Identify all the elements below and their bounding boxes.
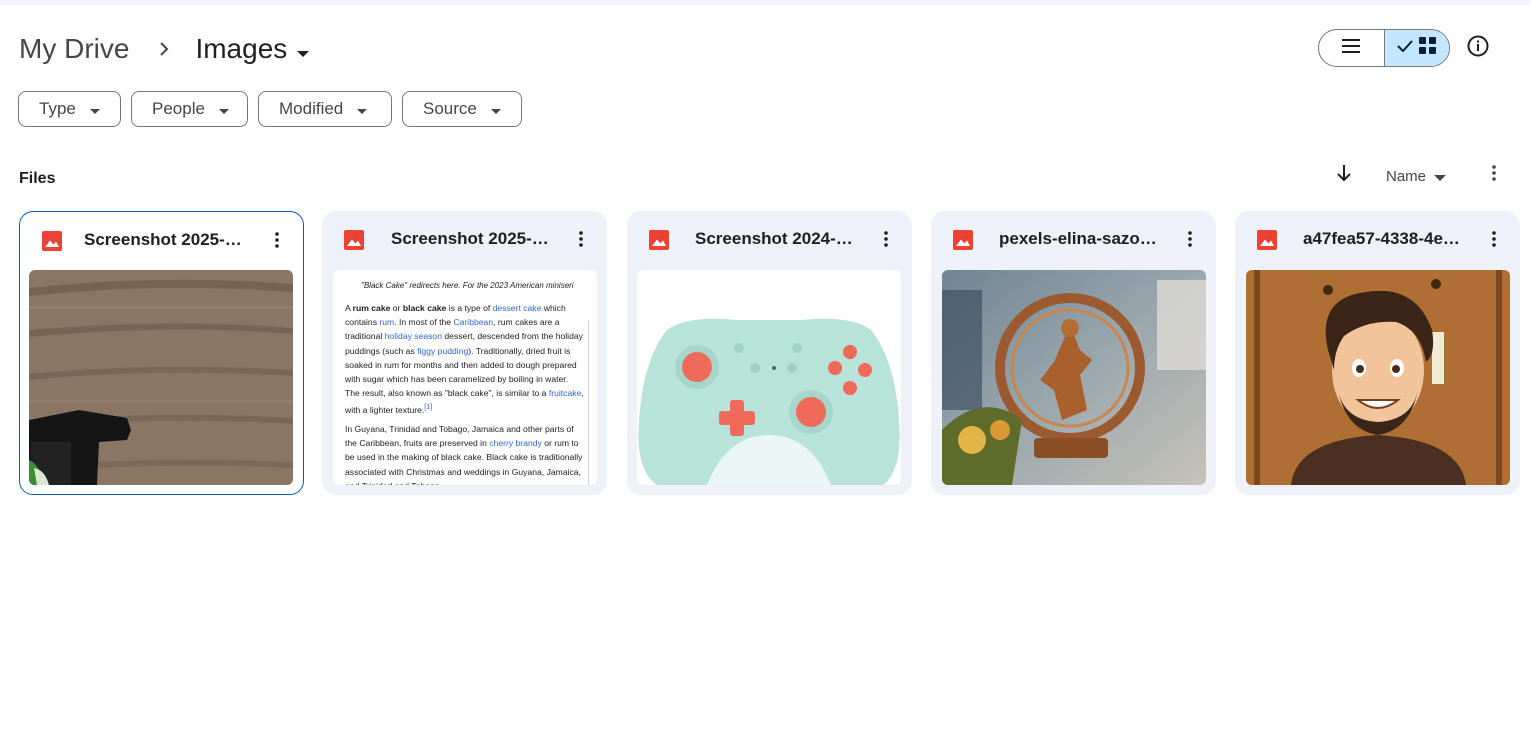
file-card-header: pexels-elina-sazo…: [931, 211, 1216, 269]
file-name: Screenshot 2025-…: [84, 230, 242, 249]
arrow-down-icon: [1337, 164, 1351, 187]
file-card[interactable]: a47fea57-4338-4e…: [1235, 211, 1520, 495]
filter-label: Source: [423, 99, 477, 118]
file-name: Screenshot 2024-…: [695, 229, 853, 248]
file-name: a47fea57-4338-4e…: [1303, 229, 1460, 248]
breadcrumb-current-label: Images: [195, 33, 288, 64]
file-more-options-button[interactable]: [874, 227, 898, 251]
infobox-edge: [588, 320, 597, 485]
file-more-options-button[interactable]: [569, 227, 593, 251]
sort-direction-button[interactable]: [1332, 163, 1356, 187]
file-card[interactable]: Screenshot 2025-… "Black Cake" redirects…: [322, 211, 607, 495]
breadcrumb-my-drive[interactable]: My Drive: [19, 33, 129, 65]
file-more-options-button[interactable]: [1178, 227, 1202, 251]
list-icon: [1342, 38, 1361, 58]
image-icon: [344, 230, 364, 250]
file-card[interactable]: Screenshot 2024-…: [627, 211, 912, 495]
file-thumbnail: [29, 270, 293, 485]
more-vert-icon: [1492, 231, 1496, 247]
caret-down-icon: [1434, 168, 1447, 185]
image-icon: [1257, 230, 1277, 250]
file-thumbnail: [942, 270, 1206, 485]
details-button[interactable]: [1462, 32, 1494, 64]
more-vert-icon: [275, 232, 279, 248]
image-icon: [649, 230, 669, 250]
view-toggle: [1318, 29, 1450, 67]
info-icon: [1467, 35, 1489, 62]
list-view-button[interactable]: [1319, 30, 1385, 66]
filter-chips: Type People Modified Source: [18, 91, 522, 127]
file-thumbnail: [1246, 270, 1510, 485]
filter-label: Modified: [279, 99, 344, 118]
filter-label: People: [152, 99, 205, 118]
hatnote-text: "Black Cake" redirects here. For the 202…: [361, 281, 574, 290]
paragraph-1: A rum cake or black cake is a type of de…: [345, 303, 584, 416]
paragraph-2: In Guyana, Trinidad and Tobago, Jamaica …: [345, 424, 583, 485]
more-vert-icon: [1492, 164, 1496, 186]
top-strip: [0, 0, 1531, 5]
breadcrumb-current-folder[interactable]: Images: [195, 33, 310, 65]
caret-down-icon: [89, 99, 100, 119]
files-section-title: Files: [19, 170, 56, 187]
grid-icon: [1419, 37, 1437, 59]
filter-type[interactable]: Type: [18, 91, 121, 127]
file-more-options-button[interactable]: [265, 228, 289, 252]
file-name: Screenshot 2025-…: [391, 229, 549, 248]
sort-by-label: Name: [1386, 167, 1427, 185]
caret-down-icon: [357, 99, 368, 119]
more-vert-icon: [884, 231, 888, 247]
image-icon: [42, 231, 62, 251]
more-vert-icon: [579, 231, 583, 247]
chevron-right-icon: [155, 40, 173, 58]
file-card-header: Screenshot 2024-…: [627, 211, 912, 269]
more-vert-icon: [1188, 231, 1192, 247]
sort-by-button[interactable]: Name: [1386, 165, 1447, 187]
caret-down-icon: [218, 99, 229, 119]
file-card[interactable]: Screenshot 2025-…: [19, 211, 304, 495]
filter-label: Type: [39, 99, 76, 118]
file-card-header: Screenshot 2025-…: [322, 211, 607, 269]
filter-modified[interactable]: Modified: [258, 91, 392, 127]
check-icon: [1397, 39, 1413, 57]
file-card-header: a47fea57-4338-4e…: [1235, 211, 1520, 269]
document-preview: "Black Cake" redirects here. For the 202…: [333, 270, 597, 485]
filter-people[interactable]: People: [131, 91, 248, 127]
file-thumbnail: "Black Cake" redirects here. For the 202…: [333, 270, 597, 485]
file-more-options-button[interactable]: [1482, 227, 1506, 251]
breadcrumb: My Drive Images: [19, 28, 310, 70]
filter-source[interactable]: Source: [402, 91, 522, 127]
file-name: pexels-elina-sazo…: [999, 229, 1157, 248]
caret-down-icon: [490, 99, 501, 119]
caret-down-icon: [297, 33, 310, 65]
file-card[interactable]: pexels-elina-sazo…: [931, 211, 1216, 495]
grid-view-button[interactable]: [1384, 30, 1449, 66]
file-card-header: Screenshot 2025-…: [20, 212, 303, 270]
files-more-options-button[interactable]: [1482, 163, 1506, 187]
file-thumbnail: [637, 270, 901, 485]
image-icon: [953, 230, 973, 250]
